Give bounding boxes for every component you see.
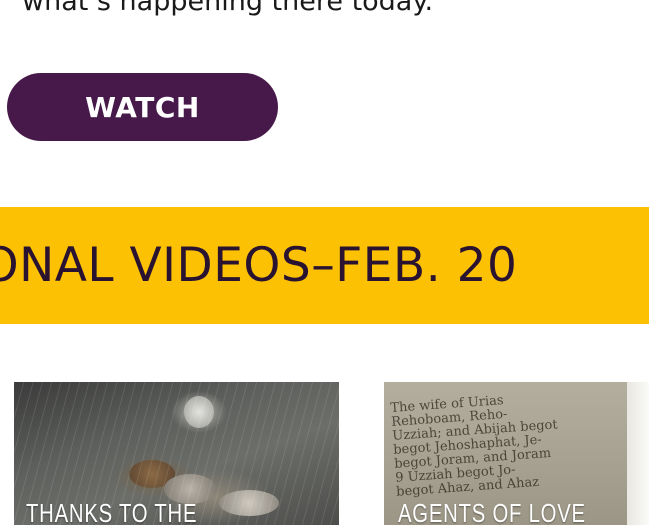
card-title: AGENTS OF LOVE (398, 498, 586, 525)
video-card-thanks[interactable]: THANKS TO THE (14, 382, 339, 525)
intro-text: what’s happening there today. (22, 0, 434, 17)
video-card-agents-of-love[interactable]: The wife of Urias Rehoboam, Reho- Uzziah… (384, 382, 649, 525)
section-banner: TIONAL VIDEOS–FEB. 20 (0, 207, 649, 324)
frame-edge (627, 382, 649, 525)
card-title: THANKS TO THE (26, 498, 198, 525)
section-title: TIONAL VIDEOS–FEB. 20 (0, 238, 518, 293)
watch-button-label: WATCH (85, 90, 200, 124)
watch-button[interactable]: WATCH (7, 73, 278, 141)
scripture-background: The wife of Urias Rehoboam, Reho- Uzziah… (389, 393, 559, 500)
